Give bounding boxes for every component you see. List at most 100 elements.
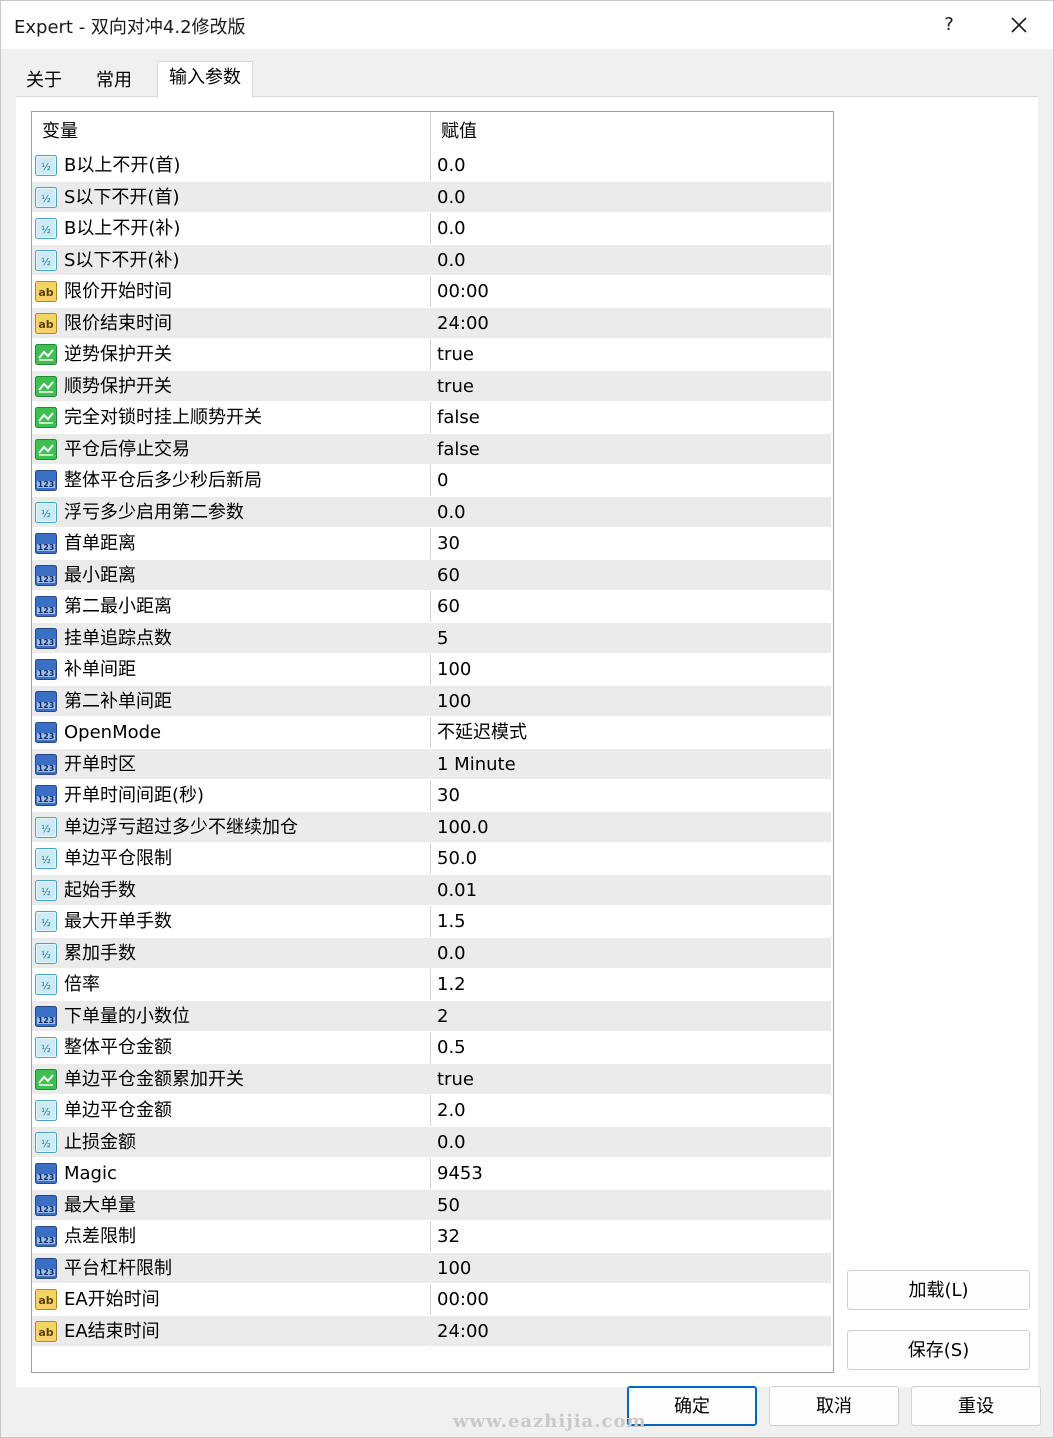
parameter-row[interactable]: 123 平台杠杆限制 100 (32, 1252, 831, 1284)
parameter-row[interactable]: 123 首单距离 30 (32, 528, 831, 560)
parameter-row[interactable]: ½ 止损金额 0.0 (32, 1126, 831, 1158)
decimal-half-icon: ½ (35, 1131, 57, 1153)
parameter-row[interactable]: ½ 最大开单手数 1.5 (32, 906, 831, 938)
parameter-value[interactable]: true (437, 1064, 474, 1094)
parameter-value[interactable]: false (437, 434, 480, 464)
parameter-row[interactable]: ½ 累加手数 0.0 (32, 937, 831, 969)
parameter-row[interactable]: 123 最大单量 50 (32, 1189, 831, 1221)
parameter-value[interactable]: 0.0 (437, 213, 466, 243)
parameter-name: OpenMode (64, 722, 162, 743)
text-ab-icon: ab (35, 312, 57, 334)
parameter-name: 挂单追踪点数 (64, 627, 172, 649)
decimal-half-icon: ½ (35, 1100, 57, 1121)
parameter-value[interactable]: 0.01 (437, 875, 477, 905)
parameter-row[interactable]: ½ 单边平仓限制 50.0 (32, 843, 831, 875)
parameter-name: S以下不开(补) (64, 249, 180, 271)
parameter-row[interactable]: 完全对锁时挂上顺势开关 false (32, 402, 831, 434)
parameter-name: 整体平仓后多少秒后新局 (64, 470, 262, 491)
parameter-value[interactable]: 24:00 (437, 1316, 489, 1346)
decimal-half-icon: ½ (35, 974, 57, 995)
parameter-row[interactable]: ab EA结束时间 24:00 (32, 1315, 831, 1347)
parameter-row[interactable]: 123 下单量的小数位 2 (32, 1000, 831, 1032)
parameter-value[interactable]: 0.0 (437, 938, 466, 968)
parameter-row[interactable]: ab 限价开始时间 00:00 (32, 276, 831, 308)
parameter-row[interactable]: ½ 整体平仓金额 0.5 (32, 1032, 831, 1064)
watermark-text: www.eazhijia.com (453, 1411, 647, 1432)
parameter-row[interactable]: 123 OpenMode 不延迟模式 (32, 717, 831, 749)
parameter-value[interactable]: 1 Minute (437, 749, 516, 779)
parameter-value[interactable]: 50.0 (437, 843, 477, 873)
parameter-value[interactable]: true (437, 371, 474, 401)
parameter-value[interactable]: 00:00 (437, 1284, 489, 1314)
parameter-row[interactable]: 顺势保护开关 true (32, 370, 831, 402)
parameter-row[interactable]: 123 整体平仓后多少秒后新局 0 (32, 465, 831, 497)
parameter-row[interactable]: 逆势保护开关 true (32, 339, 831, 371)
parameter-value[interactable]: 00:00 (437, 276, 489, 306)
parameter-value[interactable]: 60 (437, 591, 460, 621)
parameter-row[interactable]: 123 开单时区 1 Minute (32, 748, 831, 780)
parameter-value[interactable]: false (437, 402, 480, 432)
parameter-row[interactable]: ½ 起始手数 0.01 (32, 874, 831, 906)
parameter-row[interactable]: ½ B以上不开(首) 0.0 (32, 150, 831, 182)
parameter-row[interactable]: ½ S以下不开(补) 0.0 (32, 244, 831, 276)
parameter-row[interactable]: 123 最小距离 60 (32, 559, 831, 591)
tab-inputs[interactable]: 输入参数 (157, 61, 253, 98)
reset-button[interactable]: 重设 (911, 1386, 1041, 1426)
parameter-value[interactable]: 2.0 (437, 1095, 466, 1125)
parameter-value[interactable]: 30 (437, 528, 460, 558)
parameter-row[interactable]: ½ 浮亏多少启用第二参数 0.0 (32, 496, 831, 528)
parameter-value[interactable]: 0.5 (437, 1032, 466, 1062)
parameter-row[interactable]: 123 点差限制 32 (32, 1221, 831, 1253)
save-button[interactable]: 保存(S) (847, 1330, 1030, 1370)
help-button[interactable]: ? (931, 9, 967, 41)
parameter-row[interactable]: 123 第二补单间距 100 (32, 685, 831, 717)
close-button[interactable] (1001, 9, 1037, 41)
cancel-button[interactable]: 取消 (769, 1386, 899, 1426)
parameter-value[interactable]: 5 (437, 623, 448, 653)
parameter-row[interactable]: ½ 单边浮亏超过多少不继续加仓 100.0 (32, 811, 831, 843)
column-header-variable[interactable]: 变量 (42, 112, 78, 150)
parameter-row[interactable]: ½ 倍率 1.2 (32, 969, 831, 1001)
parameter-row[interactable]: ab 限价结束时间 24:00 (32, 307, 831, 339)
parameter-value[interactable]: 32 (437, 1221, 460, 1251)
column-header-value[interactable]: 赋值 (441, 112, 477, 150)
parameter-value[interactable]: 2 (437, 1001, 448, 1031)
parameter-value[interactable]: 1.5 (437, 906, 466, 936)
parameter-name: 开单时区 (64, 753, 136, 775)
parameter-value[interactable]: 24:00 (437, 308, 489, 338)
title-bar: Expert - 双向对冲4.2修改版 ? (1, 1, 1053, 49)
parameter-value[interactable]: 0.0 (437, 150, 466, 180)
load-button[interactable]: 加载(L) (847, 1270, 1030, 1310)
parameter-value[interactable]: 9453 (437, 1158, 483, 1188)
parameter-row[interactable]: ab EA开始时间 00:00 (32, 1284, 831, 1316)
parameter-row[interactable]: 123 Magic 9453 (32, 1158, 831, 1190)
parameter-value[interactable]: 0.0 (437, 497, 466, 527)
parameter-value[interactable]: 0.0 (437, 182, 466, 212)
parameter-value[interactable]: 50 (437, 1190, 460, 1220)
parameter-value[interactable]: 0.0 (437, 245, 466, 275)
tab-about[interactable]: 关于 (16, 65, 72, 97)
parameter-value[interactable]: 60 (437, 560, 460, 590)
parameter-value[interactable]: true (437, 339, 474, 369)
parameter-row[interactable]: 123 第二最小距离 60 (32, 591, 831, 623)
parameter-value[interactable]: 30 (437, 780, 460, 810)
tab-common[interactable]: 常用 (86, 65, 142, 97)
parameter-row[interactable]: 123 挂单追踪点数 5 (32, 622, 831, 654)
parameter-value[interactable]: 不延迟模式 (437, 717, 527, 747)
parameter-value[interactable]: 100 (437, 1253, 471, 1283)
parameter-name: 浮亏多少启用第二参数 (64, 501, 244, 523)
parameter-row[interactable]: 单边平仓金额累加开关 true (32, 1063, 831, 1095)
parameter-row[interactable]: ½ 单边平仓金额 2.0 (32, 1095, 831, 1127)
parameter-value[interactable]: 0.0 (437, 1127, 466, 1157)
parameter-value[interactable]: 100 (437, 654, 471, 684)
parameter-value[interactable]: 0 (437, 465, 448, 495)
parameter-row[interactable]: 123 开单时间间距(秒) 30 (32, 780, 831, 812)
parameter-row[interactable]: ½ B以上不开(补) 0.0 (32, 213, 831, 245)
svg-text:123: 123 (38, 764, 55, 773)
parameter-row[interactable]: 平仓后停止交易 false (32, 433, 831, 465)
parameter-value[interactable]: 100.0 (437, 812, 489, 842)
parameter-value[interactable]: 100 (437, 686, 471, 716)
parameter-row[interactable]: 123 补单间距 100 (32, 654, 831, 686)
parameter-row[interactable]: ½ S以下不开(首) 0.0 (32, 181, 831, 213)
parameter-value[interactable]: 1.2 (437, 969, 466, 999)
